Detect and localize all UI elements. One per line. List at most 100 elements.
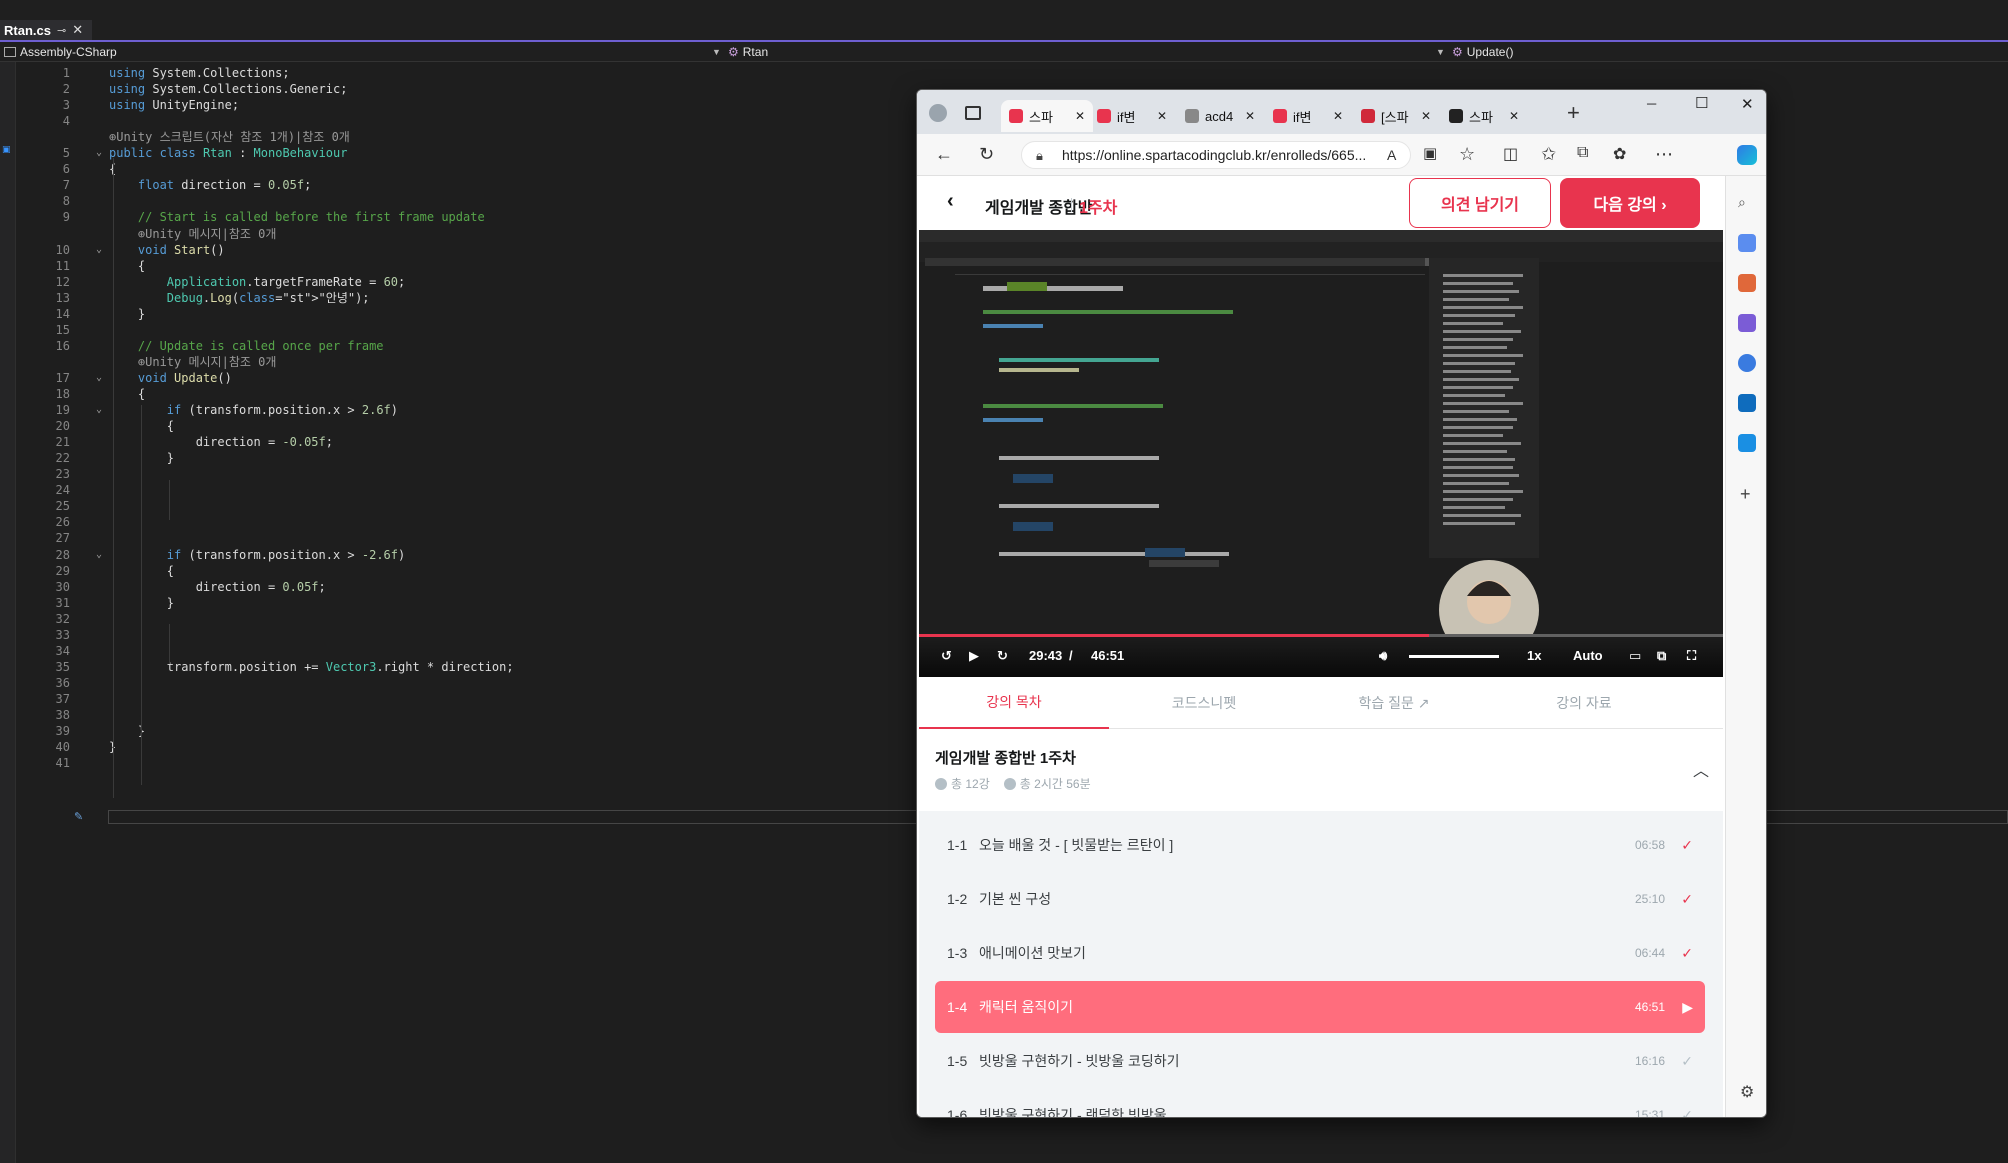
site-favicon-icon bbox=[1273, 109, 1287, 123]
tab-actions-icon[interactable] bbox=[965, 106, 981, 120]
completed-check-icon: ✓ bbox=[1681, 1052, 1693, 1069]
fold-chevron-icon[interactable]: ⌄ bbox=[96, 402, 102, 418]
maximize-button[interactable]: ☐ bbox=[1695, 94, 1708, 112]
tab-close-icon[interactable]: ✕ bbox=[1245, 109, 1255, 123]
app-available-icon[interactable]: ▣ bbox=[1423, 144, 1437, 162]
tab-title: Rtan.cs bbox=[4, 22, 51, 38]
favorites-icon[interactable]: ✩ bbox=[1541, 144, 1556, 165]
lesson-item[interactable]: 1-4 캐릭터 움직이기 46:51 ▶ bbox=[935, 981, 1705, 1033]
line-number: 32 bbox=[55, 611, 70, 626]
code-text: { bbox=[109, 387, 146, 401]
section-header[interactable]: 게임개발 종합반 1주차 총 12강 총 2시간 56분 ︿ bbox=[919, 729, 1723, 811]
lesson-duration: 06:44 bbox=[1634, 946, 1665, 960]
tab-close-icon[interactable]: ✕ bbox=[1157, 109, 1167, 123]
tab-materials[interactable]: 강의 자료 bbox=[1489, 677, 1679, 729]
browser-tab[interactable]: if변 ✕ bbox=[1089, 100, 1175, 132]
next-lecture-button[interactable]: 다음 강의 › bbox=[1560, 178, 1700, 228]
progress-track[interactable] bbox=[919, 634, 1723, 637]
browser-tab[interactable]: if변 ✕ bbox=[1265, 100, 1351, 132]
line-number: 20 bbox=[55, 419, 70, 434]
tab-close-icon[interactable]: ✕ bbox=[1075, 109, 1085, 123]
codelens-text[interactable]: ⊕Unity 스크립트(자산 참조 1개)|참조 0개 bbox=[109, 129, 350, 145]
play-icon[interactable]: ▶ bbox=[969, 648, 979, 664]
favorite-star-icon[interactable]: ☆ bbox=[1459, 144, 1475, 165]
pip-icon[interactable]: ⧉ bbox=[1657, 648, 1666, 664]
fold-chevron-icon[interactable]: ⌄ bbox=[96, 145, 102, 161]
project-dropdown[interactable]: Assembly-CSharp ▼ bbox=[4, 42, 724, 62]
code-text: void Start() bbox=[137, 242, 225, 257]
code-line: 27 bbox=[0, 530, 900, 546]
lesson-item[interactable]: 1-5 빗방울 구현하기 - 빗방울 코딩하기 16:16 ✓ bbox=[935, 1035, 1705, 1087]
search-icon[interactable]: ⌕ bbox=[1738, 194, 1756, 212]
quality-label[interactable]: Auto bbox=[1573, 648, 1603, 663]
browser-tab[interactable]: 스파 ✕ bbox=[1001, 100, 1093, 132]
tab-lecture-list[interactable]: 강의 목차 bbox=[919, 677, 1109, 729]
member-dropdown[interactable]: ⚙ Update() bbox=[1452, 42, 2002, 62]
split-screen-icon[interactable]: ◫ bbox=[1503, 144, 1518, 164]
codelens-line[interactable]: ⊕Unity 메시지|참조 0개 bbox=[0, 226, 900, 242]
close-icon[interactable]: ✕ bbox=[72, 22, 83, 38]
collections-icon[interactable]: ⧉ bbox=[1577, 144, 1588, 162]
tab-close-icon[interactable]: ✕ bbox=[1421, 109, 1431, 123]
fullscreen-icon[interactable]: ⛶ bbox=[1687, 648, 1696, 664]
fold-chevron-icon[interactable]: ⌄ bbox=[96, 242, 102, 258]
games-icon[interactable] bbox=[1738, 314, 1756, 332]
volume-icon[interactable]: 🔊︎ bbox=[1379, 648, 1387, 664]
class-label: Rtan bbox=[742, 45, 769, 59]
microsoft365-icon[interactable] bbox=[1738, 354, 1756, 372]
video-player[interactable]: ↺ ▶ ↻ 29:43 / 46:51 🔊︎ 1x Auto ▭ ⧉ ⛶ bbox=[919, 230, 1723, 677]
send-icon[interactable] bbox=[1738, 434, 1756, 452]
codelens-text[interactable]: ⊕Unity 메시지|참조 0개 bbox=[109, 226, 277, 242]
settings-gear-icon[interactable]: ⚙ bbox=[1740, 1082, 1754, 1102]
lesson-item[interactable]: 1-6 빗방울 구현하기 - 랜덤한 빗방울 15:31 ✓ bbox=[935, 1089, 1705, 1118]
browser-tab[interactable]: 스파 ✕ bbox=[1441, 100, 1527, 132]
lesson-item[interactable]: 1-1 오늘 배울 것 - [ 빗물받는 르탄이 ] 06:58 ✓ bbox=[935, 819, 1705, 871]
line-number: 25 bbox=[55, 499, 70, 514]
line-number: 11 bbox=[55, 258, 70, 273]
fold-chevron-icon[interactable]: ⌄ bbox=[96, 547, 102, 563]
tools-briefcase-icon[interactable] bbox=[1738, 274, 1756, 292]
back-chevron-icon[interactable]: ‹ bbox=[947, 190, 954, 213]
tab-rtan-cs[interactable]: Rtan.cs ⊸ ✕ bbox=[0, 20, 92, 40]
close-window-button[interactable]: ✕ bbox=[1741, 95, 1754, 113]
minimize-button[interactable]: ─ bbox=[1647, 96, 1656, 111]
code-line: 23 bbox=[0, 466, 900, 482]
speed-label[interactable]: 1x bbox=[1527, 648, 1541, 663]
tab-questions[interactable]: 학습 질문 ↗ bbox=[1299, 677, 1489, 729]
browser-tab[interactable]: [스파 ✕ bbox=[1353, 100, 1439, 132]
back-arrow-icon[interactable]: ← bbox=[935, 144, 953, 165]
browser-tab[interactable]: acd4 ✕ bbox=[1177, 100, 1263, 132]
shopping-tag-icon[interactable] bbox=[1738, 234, 1756, 252]
subtitles-icon[interactable]: ▭ bbox=[1629, 648, 1641, 664]
add-sidebar-app-icon[interactable]: + bbox=[1740, 484, 1751, 505]
outlook-icon[interactable] bbox=[1738, 394, 1756, 412]
lesson-item[interactable]: 1-3 애니메이션 맛보기 06:44 ✓ bbox=[935, 927, 1705, 979]
code-line: 36 bbox=[0, 675, 900, 691]
collapse-chevron-icon[interactable]: ︿ bbox=[1693, 757, 1709, 781]
rewind-10-icon[interactable]: ↺ bbox=[941, 648, 952, 664]
copilot-icon[interactable] bbox=[1737, 145, 1757, 165]
codelens-text[interactable]: ⊕Unity 메시지|참조 0개 bbox=[109, 354, 277, 370]
site-favicon-icon bbox=[1449, 109, 1463, 123]
code-line: 25 bbox=[0, 498, 900, 514]
new-tab-button[interactable]: + bbox=[1567, 100, 1580, 126]
code-line: 31 } bbox=[0, 595, 900, 611]
feedback-button[interactable]: 의견 남기기 bbox=[1409, 178, 1551, 228]
class-dropdown[interactable]: ⚙ Rtan ▼ bbox=[728, 42, 1448, 62]
codelens-line[interactable]: ⊕Unity 스크립트(자산 참조 1개)|참조 0개 bbox=[0, 129, 900, 145]
read-aloud-icon[interactable]: A bbox=[1387, 147, 1396, 163]
pin-icon[interactable]: ⊸ bbox=[57, 24, 66, 37]
forward-10-icon[interactable]: ↻ bbox=[997, 648, 1008, 664]
volume-slider[interactable] bbox=[1409, 655, 1499, 658]
lesson-item[interactable]: 1-2 기본 씬 구성 25:10 ✓ bbox=[935, 873, 1705, 925]
more-options-icon[interactable]: ⋯ bbox=[1655, 144, 1673, 165]
codelens-line[interactable]: ⊕Unity 메시지|참조 0개 bbox=[0, 354, 900, 370]
url-field[interactable]: 🔒︎ https://online.spartacodingclub.kr/en… bbox=[1021, 141, 1411, 169]
tab-close-icon[interactable]: ✕ bbox=[1509, 109, 1519, 123]
refresh-icon[interactable]: ↻ bbox=[979, 144, 994, 165]
tab-close-icon[interactable]: ✕ bbox=[1333, 109, 1343, 123]
fold-chevron-icon[interactable]: ⌄ bbox=[96, 370, 102, 386]
tab-code-snippet[interactable]: 코드스니펫 bbox=[1109, 677, 1299, 729]
profile-avatar-icon[interactable] bbox=[929, 104, 947, 122]
extensions-icon[interactable]: ✿ bbox=[1613, 144, 1626, 164]
